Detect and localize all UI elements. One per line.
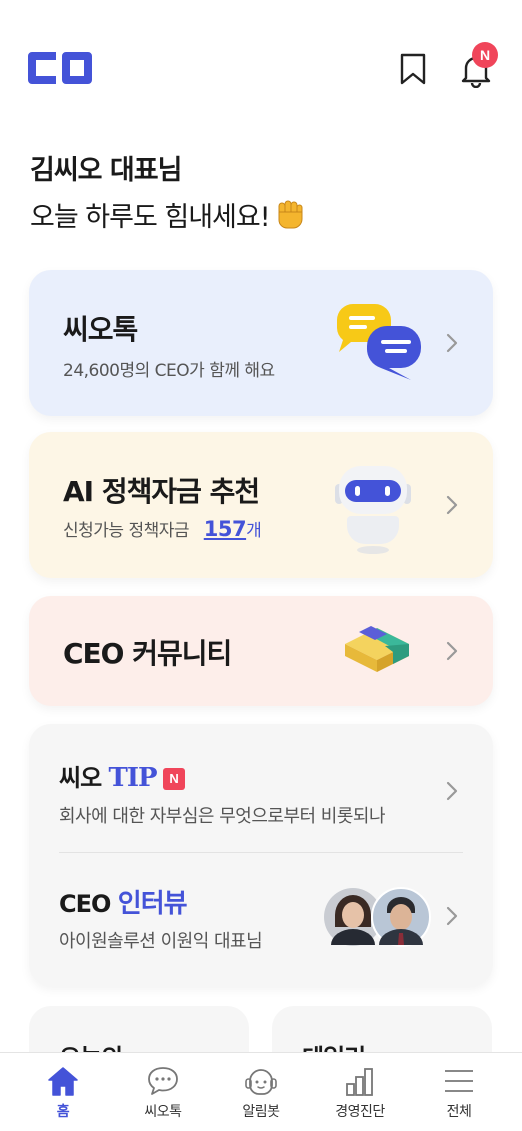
- ai-fund-count-unit: 개: [246, 521, 262, 541]
- chevron-right-icon: [446, 906, 458, 926]
- app-logo[interactable]: [28, 52, 92, 88]
- interview-title-prefix: CEO: [59, 890, 111, 918]
- ai-fund-subtitle-text: 신청가능 정책자금: [63, 521, 190, 541]
- tab-alertbot[interactable]: 알림봇: [211, 1053, 311, 1131]
- bottom-tab-bar: 홈 씨오톡 알림봇 경영진단 전체: [0, 1052, 522, 1131]
- ceotalk-title: 씨오톡: [63, 313, 138, 346]
- tab-home-label: 홈: [56, 1104, 70, 1120]
- chat-icon: [148, 1067, 178, 1095]
- fist-emoji-icon: [276, 199, 304, 236]
- app-header: N: [0, 0, 522, 130]
- chevron-right-icon: [446, 781, 458, 801]
- greeting-message-text: 오늘 하루도 힘내세요!: [30, 202, 271, 233]
- robot-icon: [335, 466, 411, 554]
- interview-title-accent: 인터뷰: [117, 889, 188, 919]
- menu-icon: [445, 1070, 473, 1092]
- new-badge: N: [162, 768, 185, 790]
- ai-fund-title: AI 정책자금 추천: [63, 475, 260, 508]
- tab-ceotalk[interactable]: 씨오톡: [113, 1053, 213, 1131]
- ai-fund-count: 157: [203, 517, 247, 541]
- community-title: CEO 커뮤니티: [63, 637, 232, 670]
- chart-icon: [346, 1068, 373, 1096]
- tip-title-accent: TIP: [108, 763, 158, 793]
- ceotalk-subtitle: 24,600명의 CEO가 함께 해요: [63, 361, 275, 381]
- chevron-right-icon: [446, 641, 458, 661]
- bookmark-button[interactable]: [398, 52, 428, 86]
- home-icon: [48, 1067, 78, 1096]
- ai-fund-subtitle: 신청가능 정책자금 157개: [63, 516, 262, 541]
- ceotalk-card[interactable]: 씨오톡 24,600명의 CEO가 함께 해요: [29, 270, 493, 416]
- tab-alertbot-label: 알림봇: [242, 1104, 280, 1120]
- tab-diagnosis-label: 경영진단: [335, 1104, 385, 1120]
- tip-title: 씨오 TIP N: [59, 758, 185, 793]
- tip-subtitle: 회사에 대한 자부심은 무엇으로부터 비롯되나: [59, 806, 386, 827]
- community-card[interactable]: CEO 커뮤니티: [29, 596, 493, 706]
- community-blocks-icon: [345, 626, 409, 672]
- tip-item[interactable]: 씨오 TIP N 회사에 대한 자부심은 무엇으로부터 비롯되나: [29, 724, 493, 852]
- interview-title: CEO 인터뷰: [59, 883, 188, 920]
- tab-ceotalk-label: 씨오톡: [144, 1104, 182, 1120]
- interview-avatars: [324, 887, 431, 947]
- notification-badge: N: [472, 42, 498, 68]
- tab-all-label: 전체: [446, 1104, 472, 1120]
- avatar-interviewee-2: [371, 887, 431, 947]
- tab-all[interactable]: 전체: [409, 1053, 509, 1131]
- greeting-message: 오늘 하루도 힘내세요!: [30, 195, 304, 236]
- ai-fund-card[interactable]: AI 정책자금 추천 신청가능 정책자금 157개: [29, 432, 493, 578]
- tab-home[interactable]: 홈: [13, 1053, 113, 1131]
- bookmark-icon: [400, 53, 426, 85]
- greeting-name: 김씨오 대표님: [30, 155, 182, 186]
- interview-item[interactable]: CEO 인터뷰 아이원솔루션 이원익 대표님: [29, 853, 493, 986]
- interview-subtitle: 아이원솔루션 이원익 대표님: [59, 931, 263, 952]
- tab-diagnosis[interactable]: 경영진단: [310, 1053, 410, 1131]
- chat-bubbles-icon: [337, 304, 421, 380]
- tip-title-prefix: 씨오: [59, 764, 102, 792]
- content-card: 씨오 TIP N 회사에 대한 자부심은 무엇으로부터 비롯되나 CEO 인터뷰 …: [29, 724, 493, 986]
- bot-icon: [245, 1069, 277, 1095]
- chevron-right-icon: [446, 333, 458, 353]
- chevron-right-icon: [446, 495, 458, 515]
